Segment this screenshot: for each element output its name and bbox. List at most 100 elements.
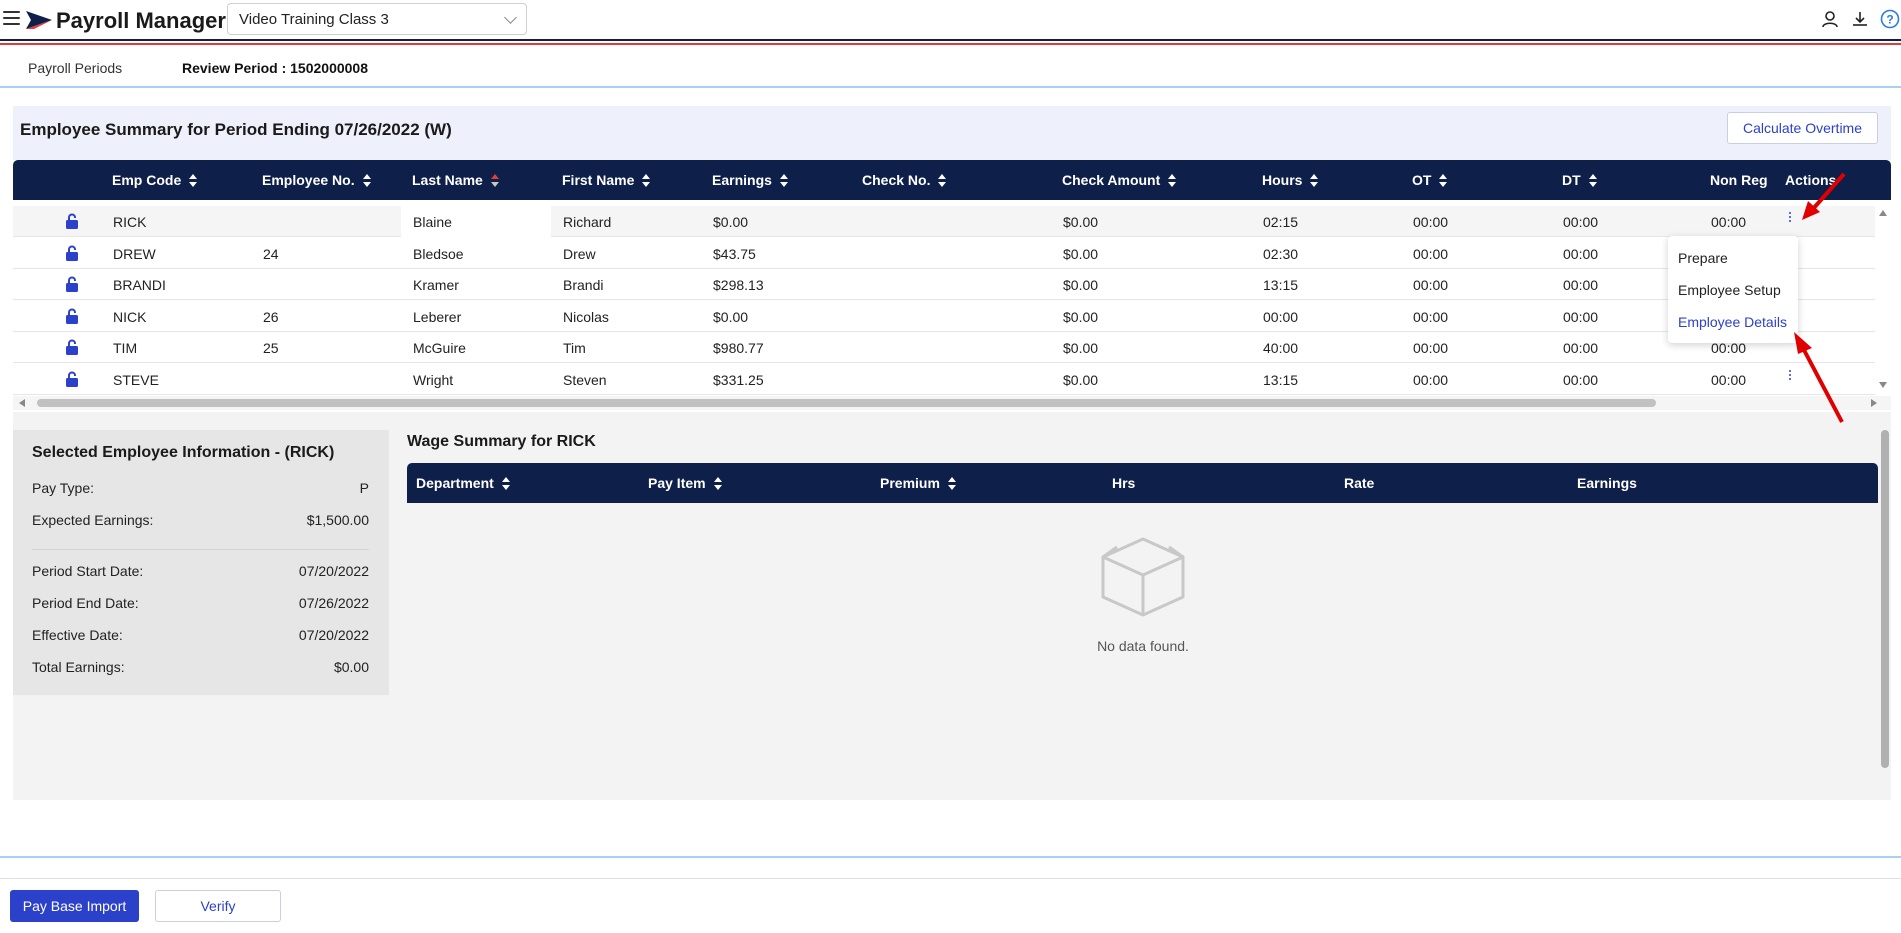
unlock-icon[interactable] <box>65 245 79 261</box>
user-icon[interactable] <box>1819 8 1841 30</box>
dt-cell: 00:00 <box>1563 340 1599 357</box>
tab-review-period[interactable]: Review Period : 1502000008 <box>182 60 368 76</box>
wage-summary-table-header: Department Pay Item Premium Hrs Rate Ear… <box>407 463 1878 503</box>
menu-item-employee-setup[interactable]: Employee Setup <box>1668 274 1798 306</box>
scroll-right-icon[interactable] <box>1871 399 1877 407</box>
tabs-divider <box>0 86 1901 88</box>
table-row[interactable]: NICK 26 Leberer Nicolas $0.00 $0.00 00:00 00:00… <box>13 301 1875 332</box>
unlock-icon[interactable] <box>65 213 79 229</box>
sort-active-icon <box>490 174 499 188</box>
expected-earnings-label: Expected Earnings: <box>32 512 154 528</box>
last-name-cell: Kramer <box>413 277 459 294</box>
pay-type-label: Pay Type: <box>32 480 95 496</box>
table-row[interactable]: TIM 25 McGuire Tim $980.77 $0.00 40:00 00:00 00:… <box>13 332 1875 364</box>
check-amount-cell: $0.00 <box>1063 372 1099 388</box>
vertical-scrollbar[interactable] <box>1875 206 1891 392</box>
check-amount-cell: $0.00 <box>1063 277 1099 294</box>
dt-cell: 00:00 <box>1563 245 1599 262</box>
effective-date-label: Effective Date: <box>32 627 123 643</box>
employee-no-cell: 25 <box>263 340 279 357</box>
col-pay-item[interactable]: Pay Item <box>648 475 722 491</box>
earnings-cell: $298.13 <box>713 277 764 294</box>
tab-payroll-periods[interactable]: Payroll Periods <box>28 60 122 76</box>
period-end-label: Period End Date: <box>32 595 139 611</box>
horizontal-scrollbar[interactable] <box>13 396 1891 410</box>
horizontal-scroll-thumb[interactable] <box>37 399 1656 407</box>
emp-code-cell: BRANDI <box>113 277 166 294</box>
svg-text:?: ? <box>1886 13 1893 27</box>
col-emp-code[interactable]: Emp Code <box>112 172 198 188</box>
sort-icon <box>947 477 956 491</box>
row-action-menu: Prepare Employee Setup Employee Details <box>1668 236 1798 343</box>
employee-table-body: RICK Blaine Richard $0.00 $0.00 02:15 00:00 00:… <box>13 206 1875 395</box>
panel-scroll-thumb[interactable] <box>1881 430 1889 768</box>
unlock-icon[interactable] <box>65 308 79 324</box>
earnings-cell: $0.00 <box>713 214 749 230</box>
table-row[interactable]: DREW 24 Bledsoe Drew $43.75 $0.00 02:30 00:00 00… <box>13 238 1875 269</box>
first-name-cell: Drew <box>563 245 596 262</box>
company-select[interactable]: Video Training Class 3 <box>227 3 527 35</box>
unlock-icon[interactable] <box>65 339 79 356</box>
sort-icon <box>1310 174 1319 188</box>
sort-icon <box>501 477 510 491</box>
ot-cell: 00:00 <box>1413 372 1449 388</box>
hours-cell: 02:30 <box>1263 245 1299 262</box>
help-icon[interactable]: ? <box>1879 8 1901 30</box>
scroll-left-icon[interactable] <box>19 399 25 407</box>
expected-earnings-row: Expected Earnings: $1,500.00 <box>32 510 369 532</box>
menu-item-prepare[interactable]: Prepare <box>1668 242 1798 274</box>
empty-box-icon <box>1101 537 1185 617</box>
col-first-name[interactable]: First Name <box>562 172 651 188</box>
effective-date-row: Effective Date: 07/20/2022 <box>32 625 369 647</box>
emp-code-cell: STEVE <box>113 372 159 388</box>
col-premium[interactable]: Premium <box>880 475 956 491</box>
pay-base-import-button[interactable]: Pay Base Import <box>10 890 139 922</box>
col-hours[interactable]: Hours <box>1262 172 1319 188</box>
selected-employee-panel: Selected Employee Information - (RICK) P… <box>13 430 389 695</box>
scroll-up-icon[interactable] <box>1879 210 1887 216</box>
header-icons: ? <box>1819 8 1901 32</box>
table-row[interactable]: RICK Blaine Richard $0.00 $0.00 02:15 00:00 00:… <box>13 206 1875 237</box>
panel-vertical-scrollbar[interactable] <box>1878 430 1891 768</box>
unlock-icon[interactable] <box>65 276 79 293</box>
dt-cell: 00:00 <box>1563 214 1599 230</box>
ot-cell: 00:00 <box>1413 245 1449 262</box>
sort-icon <box>938 174 947 188</box>
col-check-no[interactable]: Check No. <box>862 172 947 188</box>
wage-summary-title: Wage Summary for RICK <box>407 433 596 450</box>
menu-item-employee-details[interactable]: Employee Details <box>1668 306 1798 338</box>
hours-cell: 00:00 <box>1263 308 1299 325</box>
table-row[interactable]: BRANDI Kramer Brandi $298.13 $0.00 13:15 00:00… <box>13 269 1875 301</box>
annotation-arrow-actions <box>1802 172 1846 220</box>
hours-cell: 40:00 <box>1263 340 1299 357</box>
sort-icon <box>1588 174 1597 188</box>
download-icon[interactable] <box>1849 8 1871 30</box>
table-row[interactable]: STEVE Wright Steven $331.25 $0.00 13:15 00:00 0… <box>13 364 1875 395</box>
col-earnings[interactable]: Earnings <box>712 172 788 188</box>
ot-cell: 00:00 <box>1413 308 1449 325</box>
earnings-cell: $0.00 <box>713 308 749 325</box>
summary-title: Employee Summary for Period Ending 07/26… <box>20 120 452 139</box>
period-start-label: Period Start Date: <box>32 563 144 579</box>
unlock-icon[interactable] <box>65 371 79 387</box>
hamburger-menu-icon[interactable] <box>3 11 20 26</box>
more-actions-icon[interactable] <box>1787 212 1793 228</box>
calculate-overtime-button[interactable]: Calculate Overtime <box>1727 112 1878 144</box>
ot-cell: 00:00 <box>1413 214 1449 230</box>
verify-button[interactable]: Verify <box>155 890 281 922</box>
col-check-amount[interactable]: Check Amount <box>1062 172 1177 188</box>
col-last-name[interactable]: Last Name <box>412 172 499 188</box>
col-department[interactable]: Department <box>416 475 510 491</box>
dt-cell: 00:00 <box>1563 277 1599 294</box>
col-employee-no[interactable]: Employee No. <box>262 172 371 188</box>
divider <box>32 549 369 550</box>
sort-icon <box>642 174 651 188</box>
scroll-down-icon[interactable] <box>1879 382 1887 388</box>
non-reg-cell: 00:00 <box>1711 372 1747 388</box>
pay-type-value: P <box>359 480 369 496</box>
col-dt[interactable]: DT <box>1562 172 1597 188</box>
col-ot[interactable]: OT <box>1412 172 1448 188</box>
col-wage-earnings: Earnings <box>1577 475 1637 491</box>
top-bar: Payroll Manager Video Training Class 3 ? <box>0 0 1901 40</box>
footer-divider <box>0 856 1901 858</box>
